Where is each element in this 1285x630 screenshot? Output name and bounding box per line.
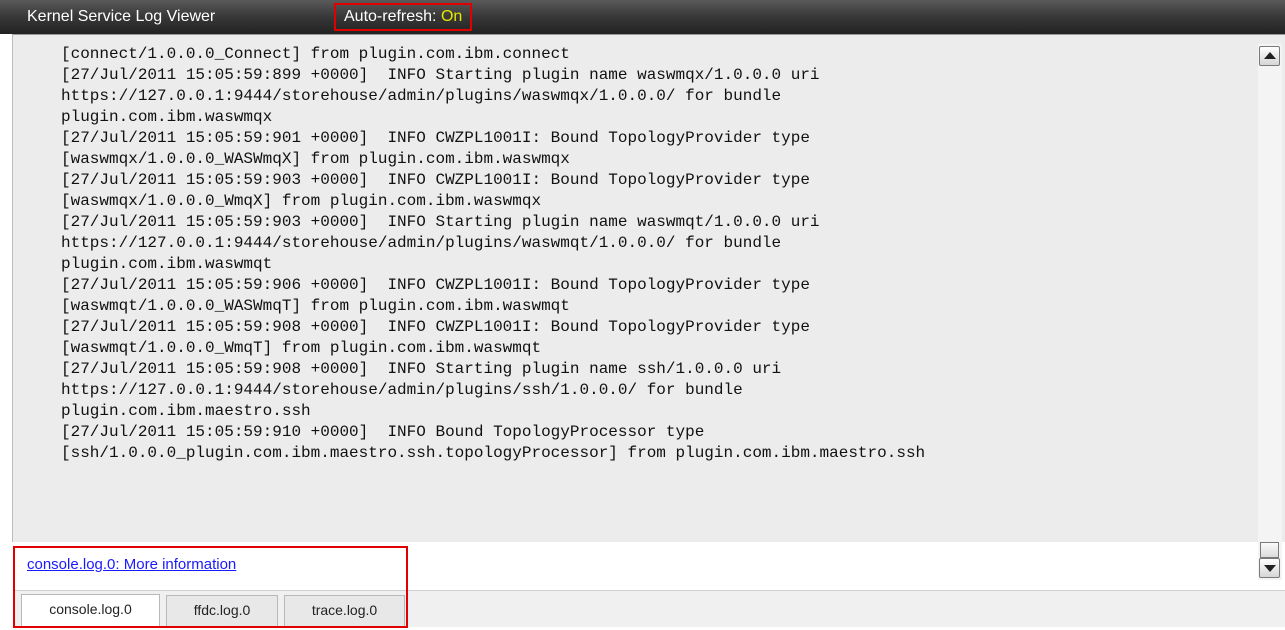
log-content-pane: [connect/1.0.0.0_Connect] from plugin.co… xyxy=(12,34,1285,542)
scrollbar-thumb[interactable] xyxy=(1260,542,1279,558)
log-text: [connect/1.0.0.0_Connect] from plugin.co… xyxy=(61,44,1251,464)
log-line: [27/Jul/2011 15:05:59:910 +0000] INFO Bo… xyxy=(61,423,705,441)
auto-refresh-state: On xyxy=(440,8,463,25)
log-line: [27/Jul/2011 15:05:59:908 +0000] INFO CW… xyxy=(61,318,810,336)
log-line: [waswmqx/1.0.0.0_WASWmqX] from plugin.co… xyxy=(61,150,570,168)
title-bar: Kernel Service Log Viewer Auto-refresh: … xyxy=(0,0,1285,34)
log-line: https://127.0.0.1:9444/storehouse/admin/… xyxy=(61,87,782,105)
vertical-scrollbar[interactable] xyxy=(1258,44,1282,580)
log-line: [waswmqt/1.0.0.0_WmqT] from plugin.com.i… xyxy=(61,339,542,357)
log-line: [27/Jul/2011 15:05:59:906 +0000] INFO CW… xyxy=(61,276,810,294)
log-line: [waswmqt/1.0.0.0_WASWmqT] from plugin.co… xyxy=(61,297,570,315)
log-line: plugin.com.ibm.waswmqx xyxy=(61,108,273,126)
scroll-down-button[interactable] xyxy=(1259,558,1280,578)
scroll-up-button[interactable] xyxy=(1259,46,1280,66)
window-title: Kernel Service Log Viewer xyxy=(27,8,216,25)
auto-refresh-label: Auto-refresh: xyxy=(344,8,437,25)
log-line: [27/Jul/2011 15:05:59:901 +0000] INFO CW… xyxy=(61,129,810,147)
chevron-down-icon xyxy=(1264,565,1276,572)
log-line: https://127.0.0.1:9444/storehouse/admin/… xyxy=(61,234,782,252)
log-line: [27/Jul/2011 15:05:59:903 +0000] INFO CW… xyxy=(61,171,810,189)
auto-refresh-toggle[interactable]: Auto-refresh: On xyxy=(334,3,473,31)
log-line: plugin.com.ibm.waswmqt xyxy=(61,255,273,273)
log-line: [27/Jul/2011 15:05:59:899 +0000] INFO St… xyxy=(61,66,820,84)
footer-highlight-box xyxy=(13,546,408,628)
log-line: [27/Jul/2011 15:05:59:903 +0000] INFO St… xyxy=(61,213,820,231)
log-line: https://127.0.0.1:9444/storehouse/admin/… xyxy=(61,381,743,399)
log-line: plugin.com.ibm.maestro.ssh xyxy=(61,402,311,420)
log-line: [ssh/1.0.0.0_plugin.com.ibm.maestro.ssh.… xyxy=(61,444,926,462)
log-line: [connect/1.0.0.0_Connect] from plugin.co… xyxy=(61,45,570,63)
chevron-up-icon xyxy=(1264,52,1276,59)
log-line: [waswmqx/1.0.0.0_WmqX] from plugin.com.i… xyxy=(61,192,542,210)
log-line: [27/Jul/2011 15:05:59:908 +0000] INFO St… xyxy=(61,360,782,378)
